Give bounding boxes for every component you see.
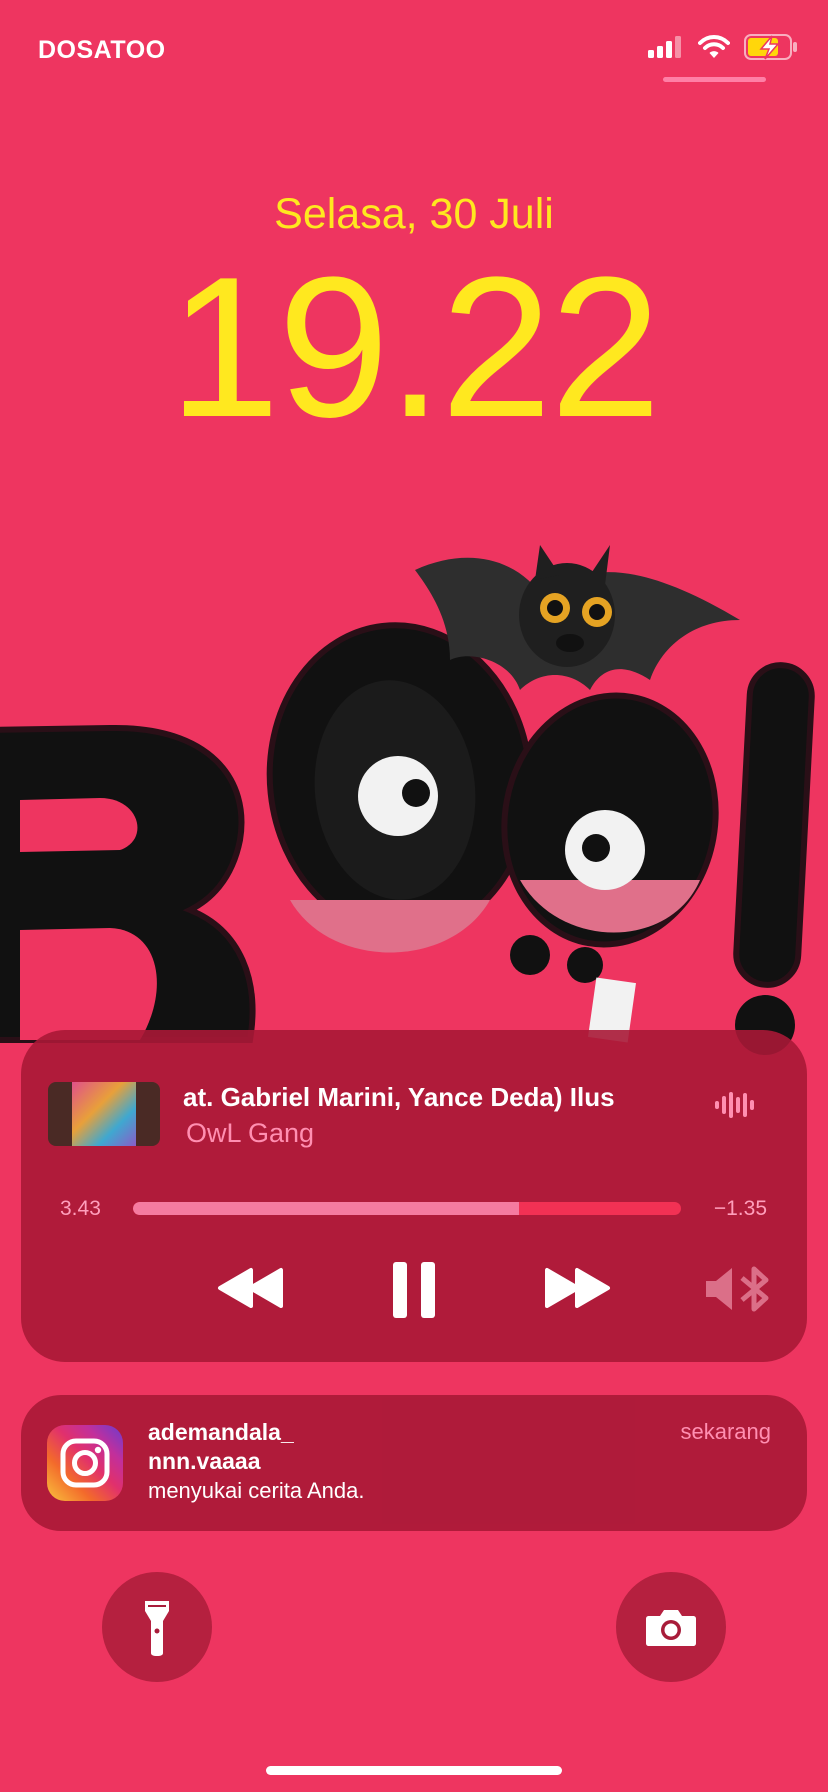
- flashlight-icon: [145, 1601, 169, 1656]
- instagram-icon: [47, 1425, 123, 1501]
- control-center-hint[interactable]: [663, 77, 766, 82]
- camera-icon: [646, 1610, 696, 1646]
- notification-subtitle: nnn.vaaaa: [148, 1448, 261, 1474]
- signal-bars-icon: [648, 36, 681, 58]
- status-bar: DOSATOO: [0, 0, 828, 100]
- flashlight-button[interactable]: [102, 1572, 212, 1682]
- notification-time: sekarang: [680, 1419, 771, 1444]
- playback-progress: [133, 1202, 520, 1215]
- pause-icon[interactable]: [390, 1260, 440, 1320]
- album-art-image: [72, 1082, 136, 1146]
- rewind-icon[interactable]: [217, 1266, 287, 1310]
- album-art[interactable]: [48, 1082, 160, 1146]
- song-artist: OwL Gang: [186, 1118, 315, 1148]
- remaining-time: −1.35: [713, 1197, 767, 1220]
- notification-card[interactable]: ademandala_ nnn.vaaaa menyukai cerita An…: [21, 1395, 807, 1531]
- playback-scrubber[interactable]: [133, 1202, 681, 1215]
- home-indicator[interactable]: [266, 1766, 562, 1775]
- song-title: at. Gabriel Marini, Yance Deda) Ilus: [183, 1082, 615, 1112]
- wifi-icon: [698, 35, 730, 58]
- lock-date: Selasa, 30 Juli: [274, 190, 554, 238]
- notification-title: ademandala_: [148, 1419, 294, 1445]
- elapsed-time: 3.43: [60, 1197, 101, 1220]
- camera-button[interactable]: [616, 1572, 726, 1682]
- fast-forward-icon[interactable]: [541, 1266, 611, 1310]
- now-playing-widget[interactable]: at. Gabriel Marini, Yance Deda) Ilus OwL…: [21, 1030, 807, 1362]
- audio-waveform-icon: [715, 1092, 754, 1118]
- carrier-name: DOSATOO: [38, 36, 166, 64]
- battery-charging-icon: [744, 34, 797, 60]
- speaker-bluetooth-icon[interactable]: [704, 1264, 774, 1314]
- status-icons: [648, 34, 798, 60]
- notification-body: menyukai cerita Anda.: [148, 1478, 365, 1503]
- lock-time: 19.22: [168, 236, 662, 459]
